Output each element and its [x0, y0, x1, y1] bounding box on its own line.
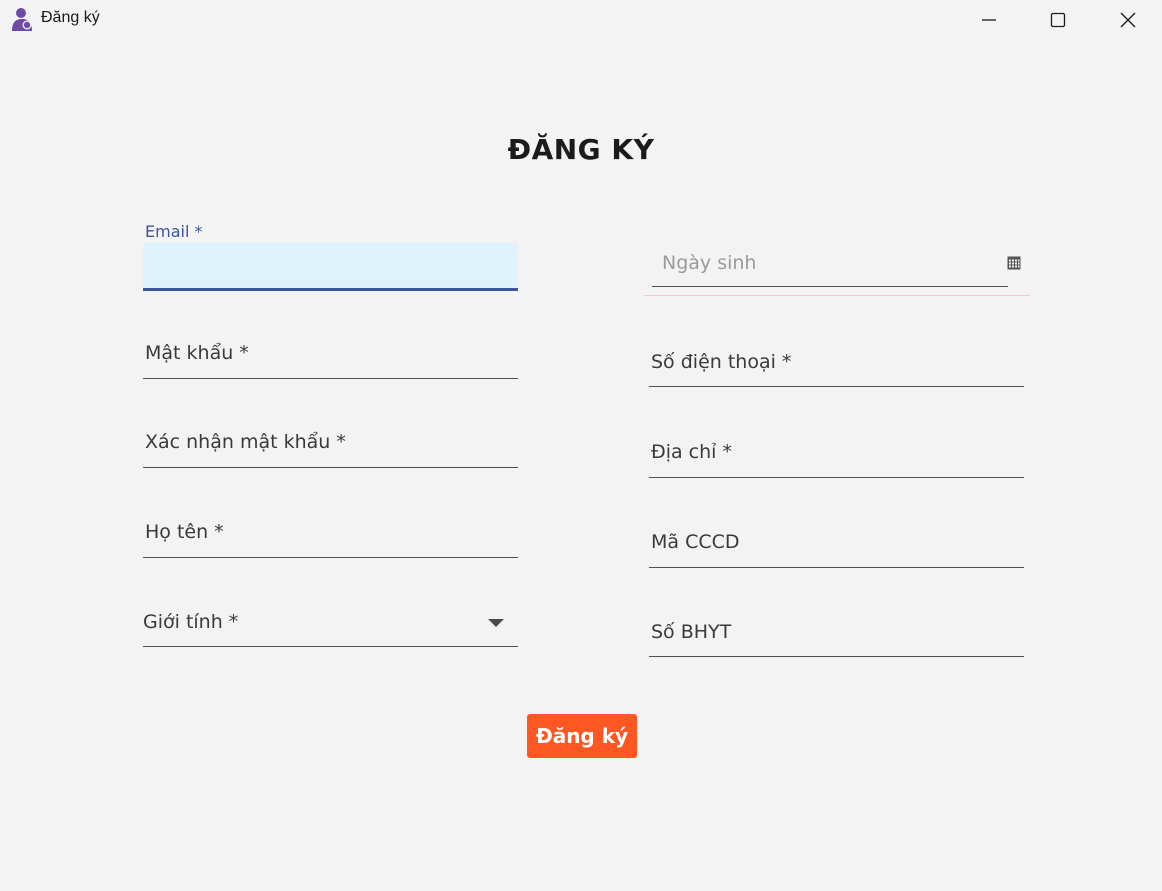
- insurance-label: Số BHYT: [651, 621, 732, 643]
- birth-date-field[interactable]: [652, 286, 1008, 287]
- citizen-id-underline: [649, 567, 1024, 568]
- confirm-password-label: Xác nhận mật khẩu *: [145, 431, 346, 453]
- calendar-icon[interactable]: [1007, 256, 1021, 270]
- maximize-button[interactable]: [1035, 0, 1081, 40]
- insurance-underline: [649, 656, 1024, 657]
- address-field[interactable]: Địa chỉ *: [649, 441, 1024, 481]
- full-name-field[interactable]: Họ tên *: [143, 521, 518, 561]
- password-field[interactable]: Mật khẩu *: [143, 342, 518, 382]
- full-name-label: Họ tên *: [145, 521, 224, 543]
- gender-select[interactable]: Giới tính *: [143, 611, 518, 651]
- full-name-underline: [143, 557, 518, 558]
- minimize-icon: [982, 19, 996, 21]
- email-label: Email *: [145, 222, 203, 241]
- title-bar: Đăng ký: [0, 0, 1162, 40]
- close-button[interactable]: [1105, 0, 1151, 40]
- minimize-button[interactable]: [966, 0, 1012, 40]
- confirm-password-underline: [143, 467, 518, 468]
- password-underline: [143, 378, 518, 379]
- address-underline: [649, 477, 1024, 478]
- gender-underline: [143, 646, 518, 647]
- register-window: Đăng ký ĐĂNG KÝ Email * Mật khẩu * Xác n…: [0, 0, 1162, 891]
- register-button[interactable]: Đăng ký: [527, 714, 637, 758]
- dropdown-arrow-icon[interactable]: [488, 619, 504, 627]
- citizen-id-label: Mã CCCD: [651, 531, 740, 553]
- birth-date-placeholder: Ngày sinh: [662, 252, 757, 274]
- insurance-field[interactable]: Số BHYT: [649, 621, 1024, 661]
- address-label: Địa chỉ *: [651, 441, 732, 463]
- page-title: ĐĂNG KÝ: [507, 133, 655, 166]
- confirm-password-field[interactable]: Xác nhận mật khẩu *: [143, 431, 518, 471]
- close-icon: [1120, 12, 1136, 28]
- phone-field[interactable]: Số điện thoại *: [649, 351, 1024, 391]
- birth-date-error-line: [644, 295, 1030, 296]
- email-field[interactable]: [143, 243, 518, 291]
- phone-label: Số điện thoại *: [651, 351, 792, 373]
- citizen-id-field[interactable]: Mã CCCD: [649, 531, 1024, 571]
- password-label: Mật khẩu *: [145, 342, 249, 364]
- mother-child-icon: [12, 8, 32, 31]
- phone-underline: [649, 386, 1024, 387]
- maximize-icon: [1050, 12, 1066, 28]
- gender-label: Giới tính *: [143, 611, 239, 633]
- window-title: Đăng ký: [41, 9, 100, 26]
